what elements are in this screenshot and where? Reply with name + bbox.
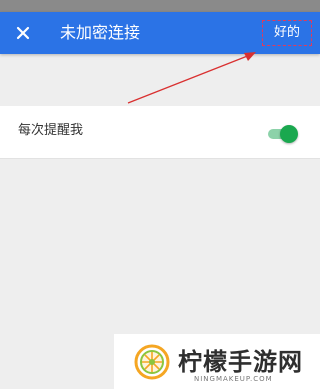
close-button[interactable] (10, 20, 36, 46)
close-icon (16, 26, 30, 40)
page-title: 未加密连接 (60, 23, 141, 42)
annotation-arrow (127, 52, 256, 104)
setting-label: 每次提醒我 (18, 123, 84, 138)
ok-button[interactable]: 好的 (262, 20, 312, 46)
toggle-thumb (280, 125, 298, 143)
remind-toggle[interactable] (268, 125, 298, 143)
watermark: 柠檬手游网 NINGMAKEUP.COM (114, 334, 320, 389)
app-toolbar: 未加密连接 好的 (0, 12, 320, 54)
watermark-name: 柠檬手游网 (178, 348, 303, 376)
status-bar (0, 0, 320, 12)
watermark-url: NINGMAKEUP.COM (194, 375, 273, 383)
lemon-logo-icon (134, 344, 170, 380)
